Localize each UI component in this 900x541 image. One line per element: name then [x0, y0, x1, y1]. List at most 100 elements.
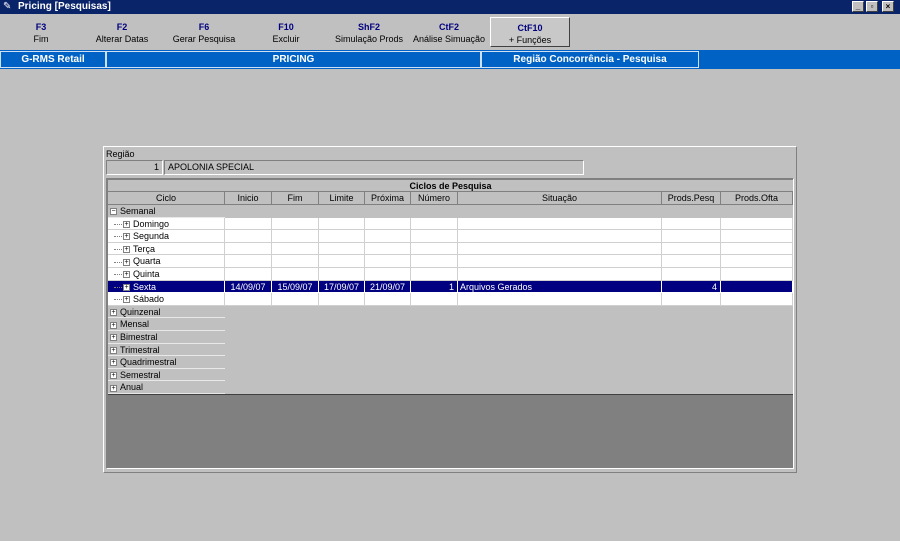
- prods-pesq-cell: [662, 242, 721, 256]
- mais-funcoes-button[interactable]: CtF10 + Funções: [490, 17, 570, 47]
- simulacao-prods-key: ShF2: [357, 22, 380, 32]
- table-row[interactable]: + Segunda: [108, 230, 793, 243]
- nav-pricing: PRICING: [106, 51, 481, 68]
- expand-icon[interactable]: +: [123, 258, 130, 266]
- alterar-datas-button[interactable]: F2 Alterar Datas: [80, 17, 164, 47]
- collapse-icon[interactable]: −: [110, 208, 117, 216]
- expand-icon[interactable]: +: [110, 334, 117, 342]
- alterar-datas-label: Alterar Datas: [95, 34, 149, 44]
- ciclo-label: Mensal: [120, 319, 150, 330]
- table-row[interactable]: + Terça: [108, 242, 793, 256]
- table-row[interactable]: + Sexta 14/09/07 15/09/07 17/09/07 21/09/07 1 A…: [108, 280, 793, 294]
- close-button[interactable]: ×: [882, 1, 894, 12]
- maximize-button[interactable]: ▫: [866, 1, 878, 12]
- ciclo-label: Quinzenal: [120, 306, 161, 317]
- group-row[interactable]: + Quinzenal: [108, 305, 793, 319]
- numero-cell: [411, 230, 458, 243]
- table-row[interactable]: + Quarta: [108, 255, 793, 268]
- table-row[interactable]: + Quinta: [108, 268, 793, 281]
- prods-pesq-cell: [662, 217, 721, 231]
- prods-pesq-cell: [662, 230, 721, 243]
- fim-cell: [272, 242, 319, 256]
- table-row[interactable]: + Domingo: [108, 217, 793, 231]
- expand-icon[interactable]: +: [110, 346, 117, 354]
- expand-icon[interactable]: +: [110, 359, 117, 367]
- ciclo-cell: − Semanal: [108, 205, 225, 218]
- expand-icon[interactable]: +: [110, 308, 117, 316]
- ciclo-cell: + Semestral: [108, 369, 225, 382]
- gerar-pesquisa-button[interactable]: F6 Gerar Pesquisa: [164, 17, 244, 47]
- col-situacao[interactable]: Situação: [458, 192, 662, 205]
- expand-icon[interactable]: +: [123, 220, 130, 228]
- group-row[interactable]: + Trimestral: [108, 343, 793, 357]
- prods-ofta-cell: [721, 255, 793, 268]
- limite-cell: 17/09/07: [319, 280, 365, 294]
- prods-ofta-cell: [721, 293, 793, 306]
- proxima-cell: [365, 293, 411, 306]
- mais-funcoes-label: + Funções: [508, 35, 552, 45]
- group-row[interactable]: + Quadrimestral: [108, 356, 793, 369]
- title-bar: ✎ Pricing [Pesquisas] _ ▫ ×: [0, 0, 900, 14]
- group-row[interactable]: + Semestral: [108, 368, 793, 382]
- grid-empty-area: [108, 394, 793, 468]
- ciclo-cell: + Quadrimestral: [108, 356, 225, 369]
- expand-icon[interactable]: +: [110, 384, 117, 392]
- prods-pesq-cell: [662, 255, 721, 268]
- col-fim[interactable]: Fim: [272, 192, 319, 205]
- prods-ofta-cell: [721, 268, 793, 281]
- ciclo-label: Trimestral: [120, 344, 160, 355]
- group-row[interactable]: − Semanal: [108, 205, 793, 218]
- region-code-field[interactable]: 1: [106, 160, 163, 175]
- group-row[interactable]: + Bimestral: [108, 331, 793, 344]
- tree-connector: [114, 274, 122, 276]
- expand-icon[interactable]: +: [123, 233, 130, 241]
- analise-simuacao-button[interactable]: CtF2 Análise Simuação: [408, 17, 490, 47]
- region-label: Região: [106, 149, 135, 159]
- limite-cell: [319, 230, 365, 243]
- ciclo-label: Anual: [120, 382, 144, 393]
- expand-icon[interactable]: +: [110, 371, 117, 379]
- limite-cell: [319, 268, 365, 281]
- col-inicio[interactable]: Inicio: [225, 192, 272, 205]
- prods-ofta-cell: [721, 242, 793, 256]
- proxima-cell: [365, 217, 411, 231]
- numero-cell: [411, 242, 458, 256]
- region-name-field[interactable]: APOLONIA SPECIAL: [164, 160, 584, 175]
- fim-cell: 15/09/07: [272, 280, 319, 294]
- col-limite[interactable]: Limite: [319, 192, 365, 205]
- expand-icon[interactable]: +: [123, 283, 130, 291]
- expand-icon[interactable]: +: [123, 245, 130, 253]
- grid-header: Ciclo Inicio Fim Limite Próxima Número S…: [108, 192, 793, 205]
- minimize-button[interactable]: _: [852, 1, 864, 12]
- ciclo-cell: + Anual: [108, 381, 225, 394]
- nav-regiao-pesquisa: Região Concorrência - Pesquisa: [481, 51, 699, 68]
- col-ciclo[interactable]: Ciclo: [108, 192, 225, 205]
- inicio-cell: [225, 217, 272, 231]
- inicio-cell: [225, 242, 272, 256]
- prods-ofta-cell: [721, 217, 793, 231]
- col-numero[interactable]: Número: [411, 192, 458, 205]
- excluir-label: Excluir: [272, 34, 300, 44]
- group-row[interactable]: + Mensal: [108, 318, 793, 331]
- expand-icon[interactable]: +: [110, 321, 117, 329]
- limite-cell: [319, 217, 365, 231]
- ciclo-cell: + Bimestral: [108, 331, 225, 344]
- col-proxima[interactable]: Próxima: [365, 192, 411, 205]
- col-prods-ofta[interactable]: Prods.Ofta: [721, 192, 793, 205]
- expand-icon[interactable]: +: [123, 296, 130, 304]
- ciclo-cell: + Sexta: [108, 280, 225, 294]
- ciclo-label: Semanal: [120, 206, 156, 216]
- table-row[interactable]: + Sábado: [108, 293, 793, 306]
- inicio-cell: [225, 255, 272, 268]
- situacao-cell: [458, 230, 662, 243]
- expand-icon[interactable]: +: [123, 271, 130, 279]
- excluir-button[interactable]: F10 Excluir: [256, 17, 316, 47]
- inicio-cell: 14/09/07: [225, 280, 272, 294]
- tree-connector: [114, 248, 122, 250]
- simulacao-prods-button[interactable]: ShF2 Simulação Prods: [330, 17, 408, 47]
- group-row[interactable]: + Anual: [108, 381, 793, 394]
- fim-button[interactable]: F3 Fim: [16, 17, 66, 47]
- col-prods-pesq[interactable]: Prods.Pesq: [662, 192, 721, 205]
- numero-cell: [411, 217, 458, 231]
- ciclo-label: Sexta: [133, 281, 157, 292]
